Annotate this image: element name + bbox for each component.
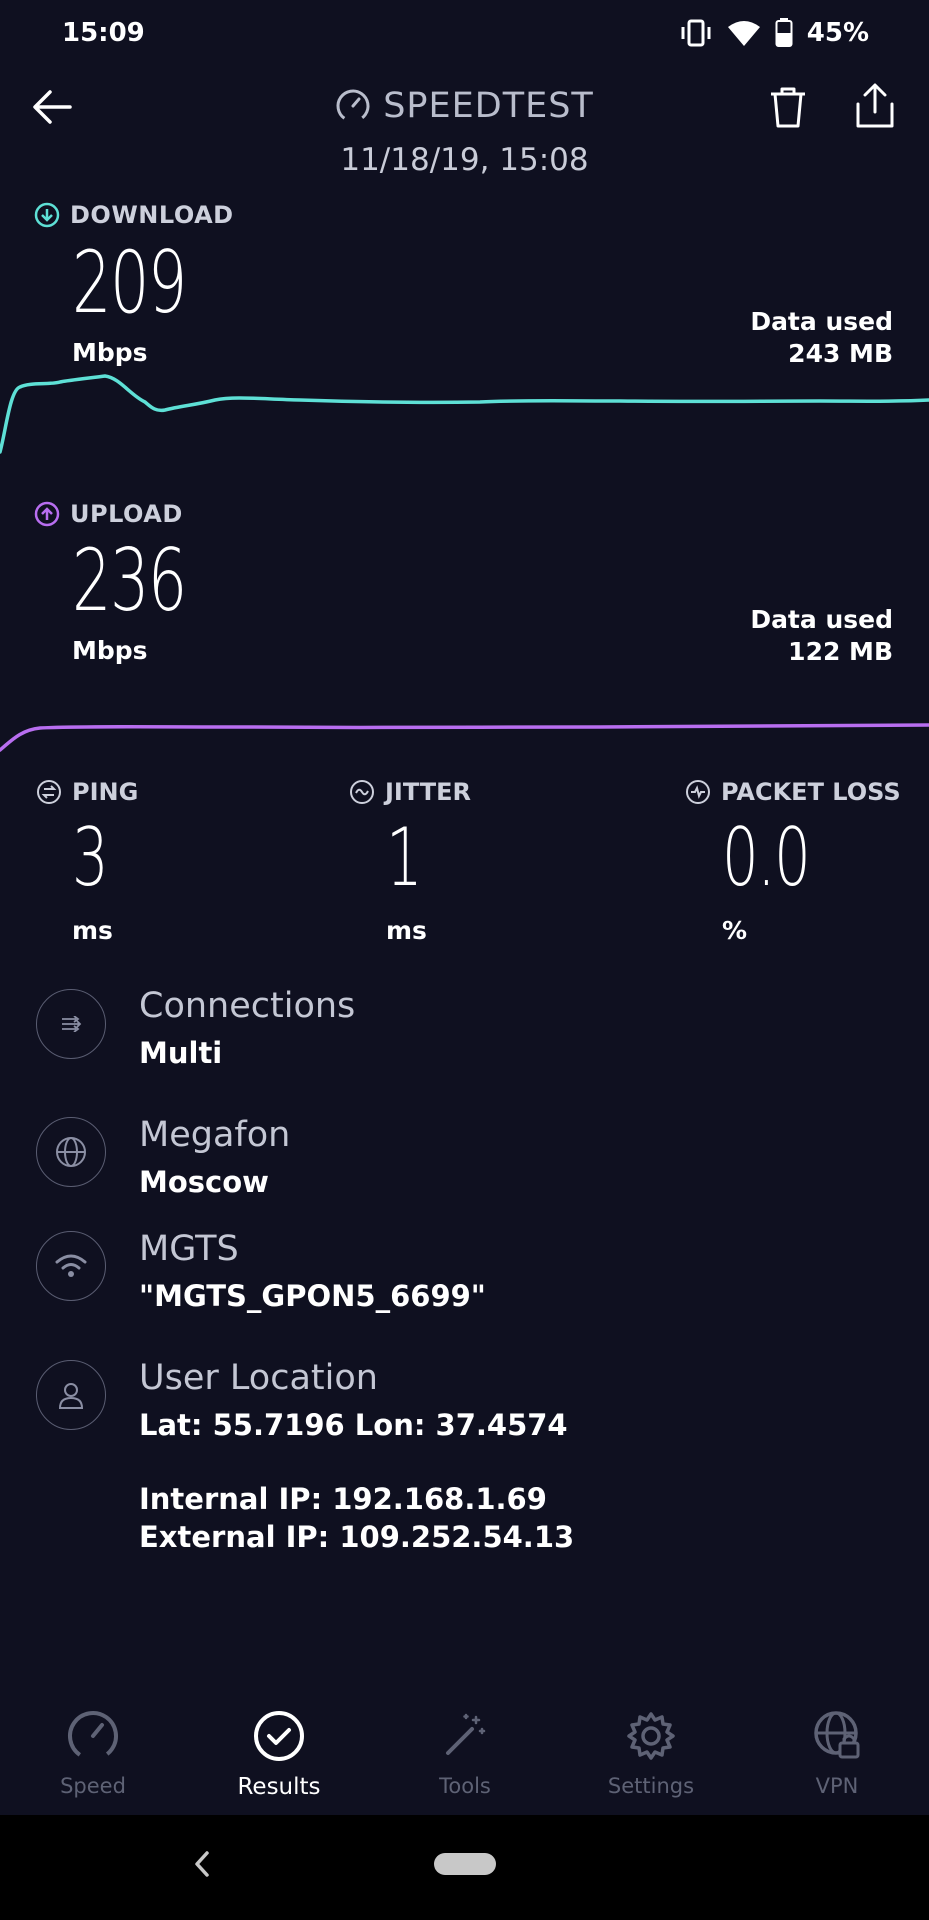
system-home-pill[interactable]	[434, 1853, 496, 1875]
server-value: Moscow	[139, 1165, 269, 1199]
upload-data-used: Data used 122 MB	[750, 604, 893, 668]
packet-loss-label: PACKET LOSS	[685, 778, 901, 806]
download-arrow-icon	[34, 202, 60, 228]
nav-tools[interactable]: Tools	[372, 1690, 558, 1810]
location-title: User Location	[139, 1358, 378, 1398]
chevron-left-icon	[195, 1851, 209, 1877]
speedometer-nav-icon	[65, 1708, 121, 1764]
wifi-network-icon	[36, 1231, 106, 1301]
nav-tools-label: Tools	[439, 1774, 491, 1798]
nav-speed-label: Speed	[60, 1774, 126, 1798]
network-value: "MGTS_GPON5_6699"	[139, 1279, 486, 1313]
packet-loss-icon	[686, 780, 710, 804]
jitter-icon	[350, 780, 374, 804]
upload-label-text: UPLOAD	[70, 500, 183, 528]
gear-icon	[623, 1708, 679, 1764]
ping-label: PING	[36, 778, 138, 806]
share-button[interactable]	[852, 82, 898, 130]
upload-label: UPLOAD	[34, 500, 183, 528]
check-circle-icon	[251, 1708, 307, 1764]
system-nav-bar	[0, 1815, 929, 1920]
test-date: 11/18/19, 15:08	[340, 142, 589, 178]
connections-title: Connections	[139, 986, 356, 1026]
download-graph	[0, 374, 929, 454]
download-data-used-label: Data used	[750, 307, 893, 336]
upload-value: 236	[72, 531, 187, 631]
trash-icon	[771, 87, 805, 128]
globe-icon	[36, 1117, 106, 1187]
upload-line	[0, 723, 929, 752]
download-label: DOWNLOAD	[34, 201, 234, 229]
speedometer-icon	[336, 89, 370, 123]
ping-value: 3	[72, 811, 109, 904]
packet-loss-value: 0.0	[722, 811, 811, 904]
packet-loss-unit: %	[722, 916, 748, 945]
ping-unit: ms	[72, 916, 113, 945]
download-label-text: DOWNLOAD	[70, 201, 234, 229]
upload-unit: Mbps	[72, 636, 148, 665]
connections-icon	[36, 989, 106, 1059]
jitter-label-text: JITTER	[385, 778, 472, 806]
user-icon	[36, 1360, 106, 1430]
jitter-label: JITTER	[349, 778, 471, 806]
magic-wand-icon	[437, 1708, 493, 1764]
status-icons: 45%	[679, 18, 869, 48]
vibrate-icon	[681, 19, 711, 47]
nav-settings-label: Settings	[607, 1774, 695, 1798]
ping-label-text: PING	[72, 778, 139, 806]
location-value: Lat: 55.7196 Lon: 37.4574	[139, 1408, 568, 1442]
status-time: 15:09	[62, 18, 145, 48]
upload-arrow-icon	[34, 501, 60, 527]
nav-speed[interactable]: Speed	[0, 1690, 186, 1810]
page-title: SPEEDTEST	[383, 86, 594, 126]
internal-ip: Internal IP: 192.168.1.69	[139, 1482, 547, 1516]
delete-button[interactable]	[766, 84, 810, 130]
battery-icon	[775, 18, 793, 47]
network-title: MGTS	[139, 1229, 239, 1269]
battery-percent: 45%	[806, 18, 869, 48]
nav-vpn[interactable]: VPN	[744, 1690, 929, 1810]
packet-loss-label-text: PACKET LOSS	[721, 778, 901, 806]
share-icon	[856, 83, 894, 128]
connections-value: Multi	[139, 1036, 223, 1070]
globe-lock-icon	[809, 1708, 865, 1764]
jitter-value: 1	[386, 811, 423, 904]
external-ip: External IP: 109.252.54.13	[139, 1520, 575, 1554]
upload-graph	[0, 723, 929, 752]
nav-vpn-label: VPN	[815, 1774, 859, 1798]
jitter-unit: ms	[386, 916, 427, 945]
system-back-button[interactable]	[190, 1849, 214, 1883]
download-value: 209	[72, 233, 187, 333]
wifi-icon	[727, 21, 760, 46]
nav-results[interactable]: Results	[186, 1690, 372, 1810]
upload-data-used-label: Data used	[750, 605, 893, 634]
server-title: Megafon	[139, 1115, 291, 1155]
nav-settings[interactable]: Settings	[558, 1690, 744, 1810]
nav-results-label: Results	[237, 1774, 321, 1800]
ping-icon	[37, 780, 61, 804]
bottom-nav: Speed Results Tools Settings VPN	[0, 1690, 929, 1810]
download-line	[0, 374, 929, 454]
upload-data-used-value: 122 MB	[788, 637, 893, 666]
